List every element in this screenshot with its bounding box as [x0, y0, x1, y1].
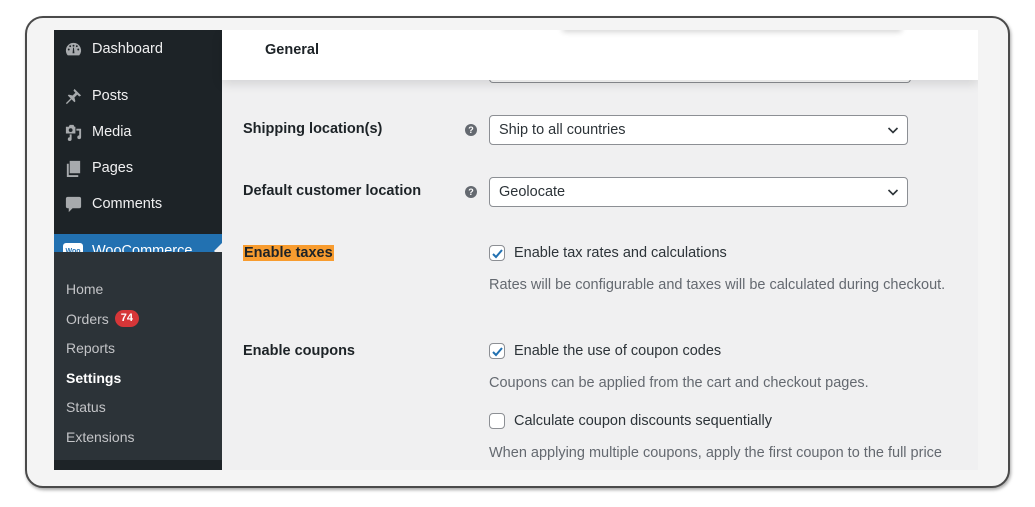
coupons-description: Coupons can be applied from the cart and…	[489, 375, 869, 391]
settings-content: General Shipping location(s) ? Ship to a…	[222, 30, 978, 470]
customer-location-label: Default customer location	[243, 183, 422, 199]
taxes-description: Rates will be configurable and taxes wil…	[489, 277, 946, 293]
sidebar-item-media[interactable]: Media	[54, 115, 222, 149]
sidebar-item-pages[interactable]: Pages	[54, 151, 222, 185]
enable-taxes-label: Enable taxes	[243, 245, 334, 261]
wp-admin-screen: Dashboard Posts Media Pages Comments Woo…	[54, 30, 978, 470]
chevron-down-icon	[887, 127, 899, 134]
sidebar-item-label: Posts	[92, 88, 129, 104]
enable-taxes-checkbox-row[interactable]: Enable tax rates and calculations	[489, 245, 727, 261]
customer-location-select[interactable]: Geolocate	[489, 177, 908, 207]
sequential-coupons-checkbox[interactable]	[489, 413, 505, 429]
select-value: Ship to all countries	[499, 122, 626, 138]
submenu-item-label: Reports	[66, 340, 116, 356]
admin-sidebar: Dashboard Posts Media Pages Comments Woo…	[54, 30, 222, 470]
sidebar-item-comments[interactable]: Comments	[54, 187, 222, 221]
select-value: Geolocate	[499, 184, 566, 200]
shipping-location-label: Shipping location(s)	[243, 121, 383, 137]
help-icon[interactable]: ?	[465, 186, 477, 198]
sidebar-item-label: Media	[92, 124, 132, 140]
sidebar-item-label: Dashboard	[92, 41, 163, 57]
submenu-item-extensions[interactable]: Extensions	[66, 429, 134, 445]
chevron-down-icon	[887, 189, 899, 196]
submenu-item-label: Orders	[66, 310, 109, 327]
enable-coupons-label: Enable coupons	[243, 343, 355, 359]
enable-coupons-checkbox-row[interactable]: Enable the use of coupon codes	[489, 343, 721, 359]
submenu-item-home[interactable]: Home	[66, 281, 103, 297]
sequential-coupons-checkbox-row[interactable]: Calculate coupon discounts sequentially	[489, 413, 772, 429]
submenu-item-orders[interactable]: Orders 74	[66, 310, 140, 327]
submenu-item-reports[interactable]: Reports	[66, 340, 115, 356]
submenu-item-label: Settings	[66, 370, 122, 386]
checkbox-label: Enable tax rates and calculations	[514, 245, 727, 261]
help-icon[interactable]: ?	[465, 124, 477, 136]
sidebar-item-label: Pages	[92, 160, 134, 176]
submenu-item-label: Status	[66, 399, 106, 415]
submenu-item-settings[interactable]: Settings	[66, 370, 121, 386]
sidebar-item-posts[interactable]: Posts	[54, 79, 222, 113]
settings-tab-bar: General	[222, 30, 978, 80]
checkmark-icon	[491, 248, 503, 258]
submenu-item-label: Extensions	[66, 429, 135, 445]
media-icon	[63, 122, 83, 142]
enable-coupons-checkbox[interactable]	[489, 343, 505, 359]
pages-icon	[63, 158, 83, 178]
checkbox-label: Calculate coupon discounts sequentially	[514, 413, 772, 429]
sidebar-item-dashboard[interactable]: Dashboard	[54, 32, 222, 66]
sidebar-bottom-edge	[54, 460, 222, 470]
submenu-item-status[interactable]: Status	[66, 399, 106, 415]
comment-icon	[63, 194, 83, 214]
dashboard-icon	[63, 39, 83, 59]
sidebar-item-label: Comments	[92, 196, 163, 212]
tab-general[interactable]: General	[265, 42, 319, 58]
enable-taxes-checkbox[interactable]	[489, 245, 505, 261]
orders-count-badge: 74	[114, 310, 140, 327]
sequential-coupons-description: When applying multiple coupons, apply th…	[489, 445, 942, 461]
checkmark-icon	[491, 346, 503, 356]
woocommerce-submenu: Home Orders 74 Reports Settings Status E…	[54, 252, 222, 470]
checkbox-label: Enable the use of coupon codes	[514, 343, 722, 359]
submenu-item-label: Home	[66, 281, 104, 297]
shipping-location-select[interactable]: Ship to all countries	[489, 115, 908, 145]
pin-icon	[63, 86, 83, 106]
